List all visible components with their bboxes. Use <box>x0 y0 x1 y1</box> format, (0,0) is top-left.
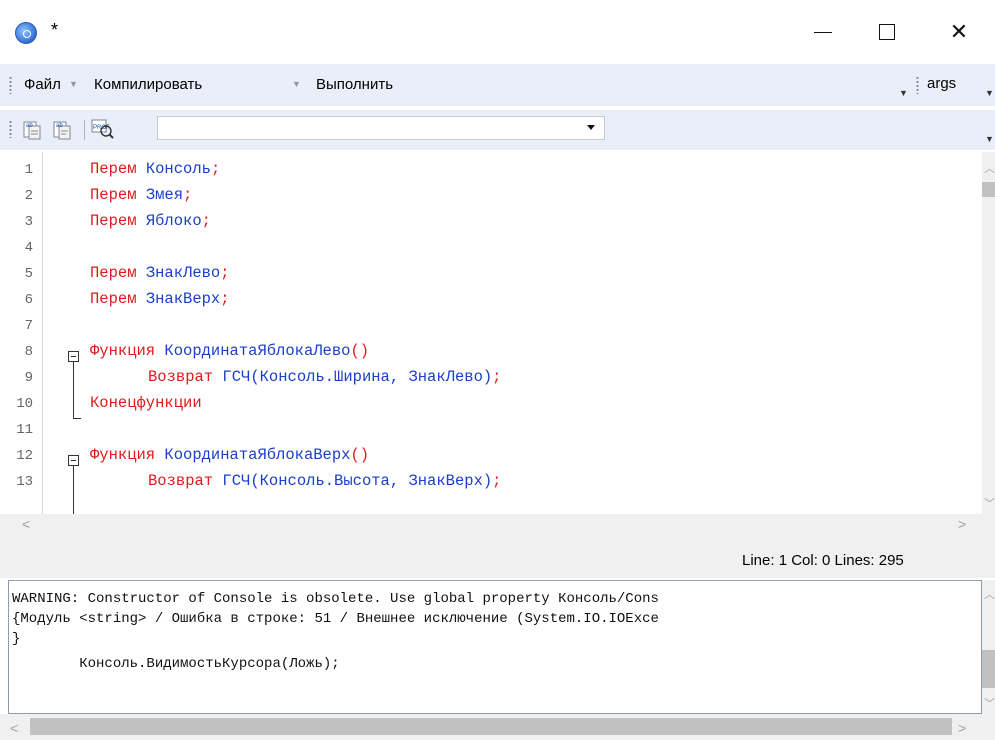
code-editor[interactable]: 1 2 3 4 5 6 7 8 9 10 11 12 13 Перем Конс… <box>8 152 982 514</box>
console-line: WARNING: Constructor of Console is obsol… <box>12 591 659 607</box>
toolbar-overflow-icon[interactable]: ▼ <box>985 134 994 144</box>
fold-end-marker <box>73 418 81 419</box>
code-line[interactable]: Перем Змея; <box>90 186 192 204</box>
line-number: 11 <box>16 422 33 438</box>
menu-bar: Файл ▼ Компилировать ▼ Выполнить ▼ args … <box>0 64 995 106</box>
scroll-left-icon[interactable]: < <box>22 516 30 532</box>
line-number-margin <box>42 152 43 514</box>
line-number: 9 <box>24 370 33 386</box>
code-line[interactable]: Перем ЗнакВерх; <box>90 290 230 308</box>
close-button[interactable]: ✕ <box>936 14 982 50</box>
title-bar: * ✕ <box>0 0 995 62</box>
code-line[interactable]: Перем Консоль; <box>90 160 220 178</box>
line-number: 7 <box>24 318 33 334</box>
toolbar-separator <box>84 120 85 140</box>
args-label[interactable]: args <box>927 75 956 92</box>
combo-chevron-down-icon[interactable] <box>587 125 595 130</box>
console-scroll-left-icon[interactable]: < <box>10 720 18 736</box>
svg-text:ab: ab <box>56 123 63 129</box>
code-line[interactable]: Перем ЗнакЛево; <box>90 264 230 282</box>
args-overflow-icon[interactable]: ▼ <box>985 88 994 98</box>
menubar-grip[interactable] <box>9 76 12 94</box>
console-scroll-thumb[interactable] <box>982 650 995 688</box>
menu-run[interactable]: Выполнить <box>316 76 393 93</box>
console-scroll-right-icon[interactable]: > <box>958 720 966 736</box>
line-number: 5 <box>24 266 33 282</box>
profiler-icon[interactable]: PROF <box>91 118 115 140</box>
line-number: 3 <box>24 214 33 230</box>
maximize-icon <box>879 24 895 40</box>
scroll-right-icon[interactable]: > <box>958 516 966 532</box>
line-number: 2 <box>24 188 33 204</box>
console-scroll-up-icon[interactable]: ︿ <box>984 586 995 602</box>
window-title: * <box>51 20 59 40</box>
cursor-position-status: Line: 1 Col: 0 Lines: 295 <box>742 552 904 569</box>
console-line: {Модуль <string> / Ошибка в строке: 51 /… <box>12 611 659 627</box>
menu-compile[interactable]: Компилировать <box>94 76 202 93</box>
maximize-button[interactable] <box>864 14 910 50</box>
scroll-up-icon[interactable]: ︿ <box>984 160 995 176</box>
toolbar: ab ab PROF ▼ <box>0 110 995 150</box>
toolbar-grip[interactable] <box>9 120 12 138</box>
menu-file[interactable]: Файл <box>24 76 61 93</box>
menu-file-chevron-down-icon[interactable]: ▼ <box>69 79 78 89</box>
code-line[interactable]: Возврат ГСЧ(Консоль.Высота, ЗнакВерх); <box>148 472 501 490</box>
fold-guide-line <box>73 466 74 514</box>
fold-collapse-icon[interactable] <box>68 351 79 362</box>
editor-scroll-thumb[interactable] <box>982 182 995 197</box>
code-line[interactable]: Возврат ГСЧ(Консоль.Ширина, ЗнакЛево); <box>148 368 501 386</box>
console-output[interactable]: WARNING: Constructor of Console is obsol… <box>8 580 982 714</box>
code-line[interactable]: Функция КоординатаЯблокаЛево() <box>90 342 369 360</box>
args-grip[interactable] <box>916 76 919 94</box>
svg-text:ab: ab <box>26 123 33 129</box>
app-globe-icon <box>15 22 37 44</box>
editor-horizontal-scrollbar[interactable] <box>0 514 995 534</box>
editor-vertical-scrollbar[interactable] <box>982 152 995 514</box>
console-line: } <box>12 631 21 647</box>
minimize-button[interactable] <box>800 14 846 50</box>
scroll-down-icon[interactable]: ﹀ <box>984 495 995 511</box>
code-line[interactable]: Перем Яблоко; <box>90 212 211 230</box>
code-line[interactable]: Функция КоординатаЯблокаВерх() <box>90 446 369 464</box>
close-icon: ✕ <box>949 19 969 44</box>
toolbar-combo-input[interactable] <box>157 116 605 140</box>
status-bar: Line: 1 Col: 0 Lines: 295 <box>0 534 995 578</box>
menu-compile-chevron-down-icon[interactable]: ▼ <box>292 79 301 89</box>
console-horizontal-thumb[interactable] <box>30 718 952 735</box>
fold-guide-line <box>73 362 74 418</box>
line-number: 13 <box>16 474 33 490</box>
line-number: 1 <box>24 162 33 178</box>
menubar-overflow-icon[interactable]: ▼ <box>899 88 908 98</box>
line-number: 4 <box>24 240 33 256</box>
console-line: Консоль.ВидимостьКурсора(Ложь); <box>12 656 340 672</box>
line-number: 8 <box>24 344 33 360</box>
code-line[interactable]: Конецфункции <box>90 394 202 412</box>
console-scroll-down-icon[interactable]: ﹀ <box>984 695 995 711</box>
line-number: 12 <box>16 448 33 464</box>
minimize-icon <box>814 31 832 33</box>
line-number: 6 <box>24 292 33 308</box>
line-number: 10 <box>16 396 33 412</box>
text-format-alt-icon[interactable]: ab <box>52 118 72 140</box>
fold-collapse-icon[interactable] <box>68 455 79 466</box>
text-format-icon[interactable]: ab <box>22 118 42 140</box>
